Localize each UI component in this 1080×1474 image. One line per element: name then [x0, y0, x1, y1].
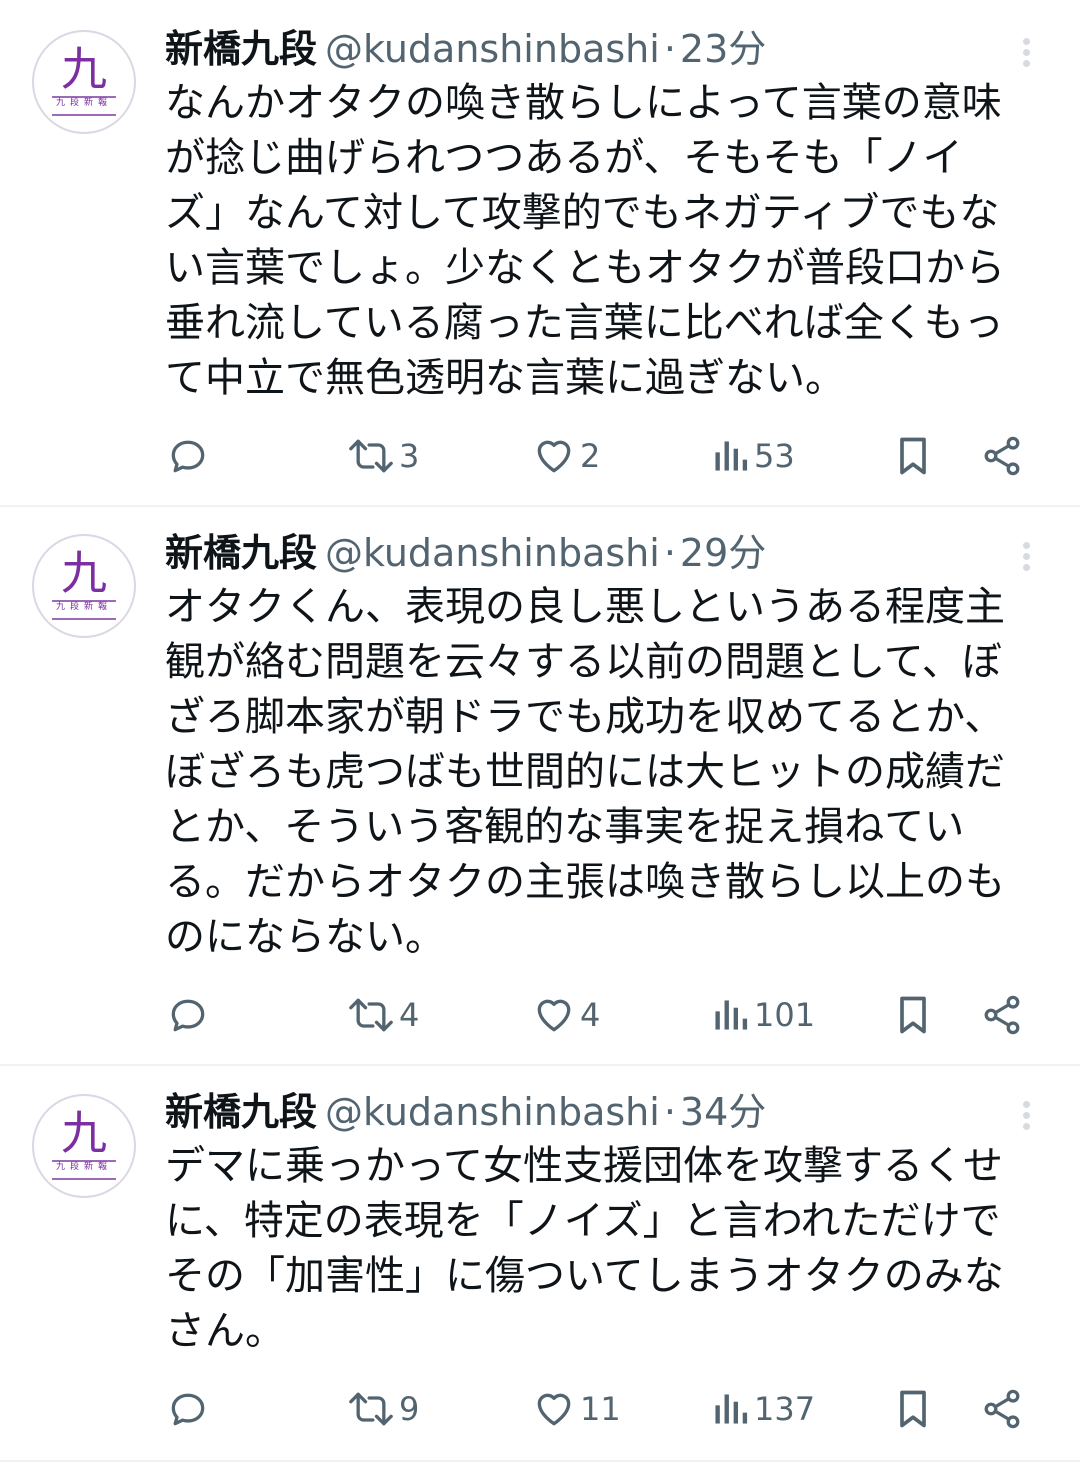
reply-button[interactable]	[166, 1384, 210, 1434]
avatar-line	[52, 618, 116, 620]
like-button[interactable]: 2	[532, 431, 600, 481]
handle[interactable]: @kudanshinbashi	[325, 1090, 660, 1134]
bookmark-icon	[900, 996, 926, 1034]
avatar-glyph: 九	[61, 42, 107, 96]
avatar-glyph: 九	[61, 1106, 107, 1160]
avatar-glyph: 九	[61, 546, 107, 600]
share-button[interactable]	[980, 1384, 1024, 1434]
like-button[interactable]: 4	[532, 990, 600, 1040]
action-bar: 3 2 53	[0, 431, 1080, 481]
action-bar: 9 11 137	[0, 1384, 1080, 1434]
handle[interactable]: @kudanshinbashi	[325, 27, 660, 71]
tweet-text: なんかオタクの喚き散らしによって言葉の意味 が捻じ曲げられつつあるが、そもそも「…	[165, 80, 1005, 401]
reply-icon	[171, 440, 205, 473]
avatar[interactable]: 九 九段新報	[32, 30, 136, 134]
retweet-count: 3	[399, 437, 420, 475]
views-button[interactable]: 137	[710, 1384, 815, 1434]
retweet-icon	[349, 998, 393, 1032]
like-count: 2	[580, 437, 601, 475]
separator-dot: ·	[663, 27, 676, 71]
bookmark-button[interactable]	[893, 1384, 933, 1434]
views-icon	[715, 1000, 748, 1030]
tweet-header: 新橋九段 @kudanshinbashi · 23分	[165, 24, 766, 74]
share-icon	[984, 436, 1020, 476]
avatar[interactable]: 九 九段新報	[32, 534, 136, 638]
more-icon[interactable]	[1012, 1095, 1042, 1135]
retweet-count: 9	[399, 1390, 420, 1428]
action-bar: 4 4 101	[0, 990, 1080, 1040]
timestamp[interactable]: 23分	[680, 27, 766, 71]
display-name[interactable]: 新橋九段	[165, 1090, 317, 1134]
share-icon	[984, 1389, 1020, 1429]
bookmark-button[interactable]	[893, 990, 933, 1040]
separator-dot: ·	[663, 1090, 676, 1134]
avatar-line	[52, 1178, 116, 1180]
retweet-button[interactable]: 4	[347, 990, 419, 1040]
avatar-caption: 九段新報	[55, 602, 112, 612]
reply-icon	[171, 1393, 205, 1426]
views-count: 137	[754, 1390, 816, 1428]
avatar[interactable]: 九 九段新報	[32, 1094, 136, 1198]
retweet-icon	[349, 1392, 393, 1426]
share-icon	[984, 995, 1020, 1035]
views-icon	[715, 441, 748, 471]
more-icon[interactable]	[1012, 32, 1042, 72]
handle[interactable]: @kudanshinbashi	[325, 531, 660, 575]
tweet-text: オタクくん、表現の良し悪しというある程度主 観が絡む問題を云々する以前の問題とし…	[165, 584, 1005, 960]
bookmark-button[interactable]	[893, 431, 933, 481]
views-count: 101	[754, 996, 816, 1034]
reply-icon	[171, 999, 205, 1032]
views-count: 53	[754, 437, 795, 475]
timestamp[interactable]: 34分	[680, 1090, 766, 1134]
views-button[interactable]: 53	[710, 431, 795, 481]
views-button[interactable]: 101	[710, 990, 815, 1040]
avatar-line	[52, 114, 116, 116]
retweet-count: 4	[399, 996, 420, 1034]
separator-dot: ·	[663, 531, 676, 575]
reply-button[interactable]	[166, 431, 210, 481]
retweet-button[interactable]: 9	[347, 1384, 419, 1434]
views-icon	[715, 1394, 748, 1424]
bookmark-icon	[900, 1390, 926, 1428]
timeline: 九 九段新報 新橋九段 @kudanshinbashi · 23分 なんかオタクの喚き…	[0, 0, 1080, 1474]
more-icon[interactable]	[1012, 536, 1042, 576]
tweet[interactable]: 九 九段新報 新橋九段 @kudanshinbashi · 29分 オタクくん、表現の…	[0, 506, 1080, 1064]
reply-button[interactable]	[166, 990, 210, 1040]
tweet[interactable]: 九 九段新報 新橋九段 @kudanshinbashi · 23分 なんかオタクの喚き…	[0, 0, 1080, 505]
tweet[interactable]: 九 九段新報 新橋九段 @kudanshinbashi · 34分 デマに乗っかって女…	[0, 1065, 1080, 1460]
like-count: 4	[580, 996, 601, 1034]
retweet-button[interactable]: 3	[347, 431, 419, 481]
avatar-caption: 九段新報	[55, 1162, 112, 1172]
share-button[interactable]	[980, 990, 1024, 1040]
avatar-caption: 九段新報	[55, 98, 112, 108]
heart-icon	[537, 1393, 571, 1426]
retweet-icon	[349, 439, 393, 473]
heart-icon	[537, 440, 571, 473]
heart-icon	[537, 999, 571, 1032]
timestamp[interactable]: 29分	[680, 531, 766, 575]
display-name[interactable]: 新橋九段	[165, 531, 317, 575]
like-button[interactable]: 11	[532, 1384, 621, 1434]
tweet-text: デマに乗っかって女性支援団体を攻撃するくせ に、特定の表現を「ノイズ」と言われた…	[165, 1143, 1004, 1354]
bookmark-icon	[900, 437, 926, 475]
tweet-header: 新橋九段 @kudanshinbashi · 29分	[165, 528, 766, 578]
like-count: 11	[580, 1390, 621, 1428]
divider	[0, 1460, 1080, 1462]
display-name[interactable]: 新橋九段	[165, 27, 317, 71]
share-button[interactable]	[980, 431, 1024, 481]
tweet-header: 新橋九段 @kudanshinbashi · 34分	[165, 1087, 766, 1137]
